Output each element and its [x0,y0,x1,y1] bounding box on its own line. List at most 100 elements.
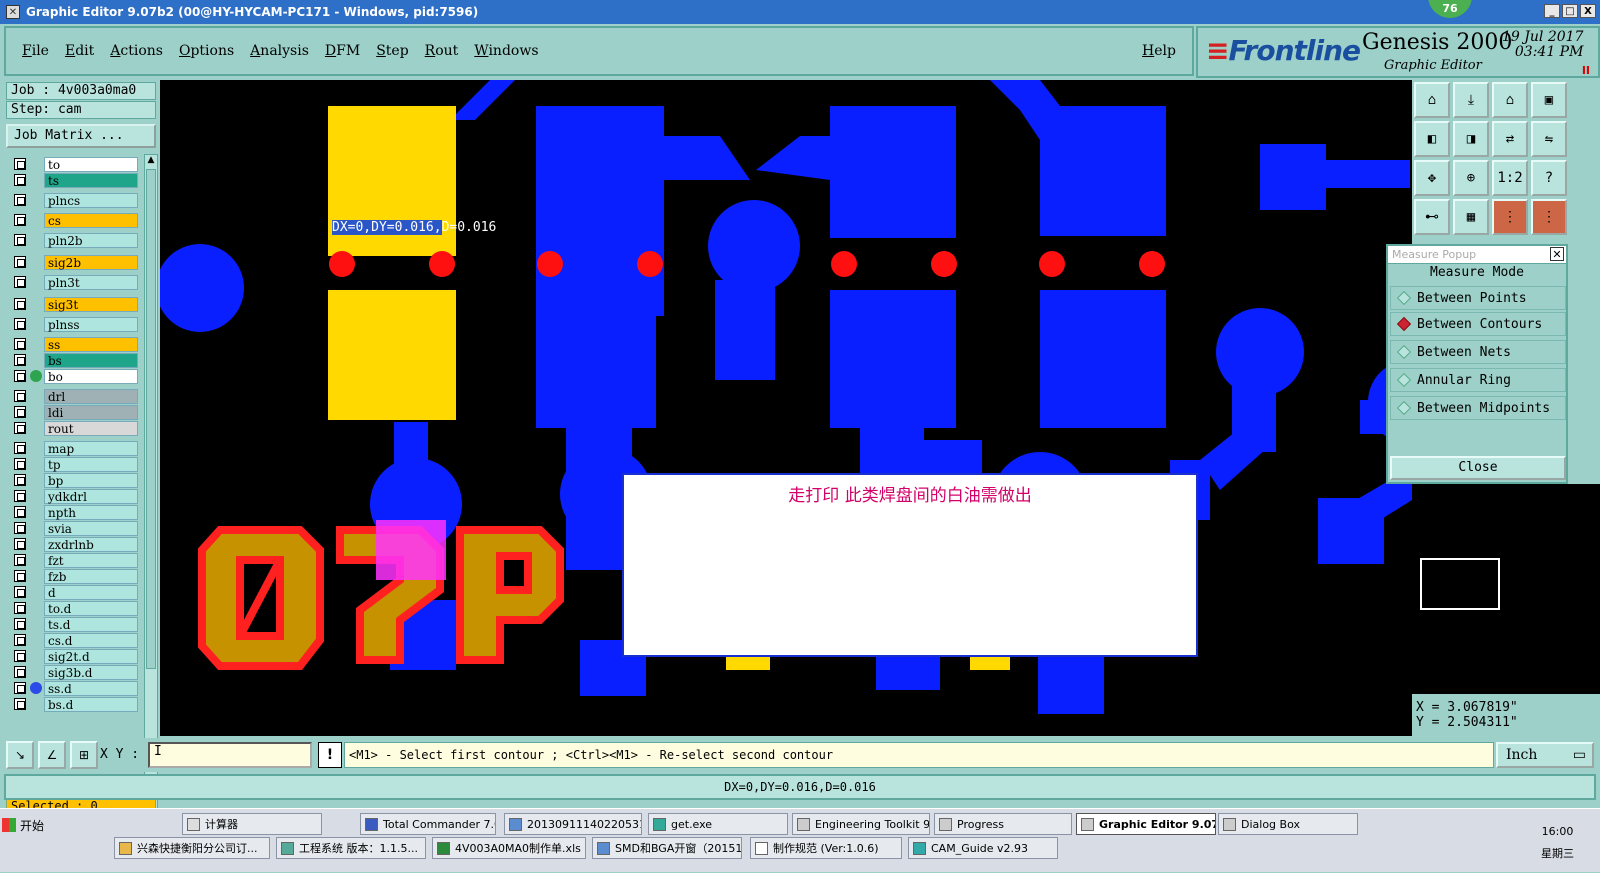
layer-row[interactable]: cs [8,212,138,228]
layer-row[interactable]: d [8,584,138,600]
layer-checkbox[interactable] [14,276,26,288]
zoom-home-icon[interactable]: ⌂ [1414,82,1450,118]
layer-name[interactable]: ts.d [44,616,138,632]
menu-step[interactable]: Step [376,43,408,59]
fit-selected-icon[interactable]: ⊕ [1453,160,1489,196]
layer-name[interactable]: bs.d [44,696,138,712]
menu-file[interactable]: File [22,43,49,59]
layer-row[interactable]: fzb [8,568,138,584]
snap-mode-icon[interactable]: ↘ [6,741,34,769]
task-progress[interactable]: Progress [934,813,1072,835]
window-zoom-icon[interactable]: ▣ [1531,82,1567,118]
menu-windows[interactable]: Windows [474,43,538,59]
layer-checkbox[interactable] [14,406,26,418]
angle-mode-icon[interactable]: ∠ [38,741,66,769]
layer-name[interactable]: map [44,440,138,456]
layer-name[interactable]: ldi [44,404,138,420]
layer-name[interactable]: plnss [44,316,138,332]
zoom-down-icon[interactable]: ⤓ [1453,82,1489,118]
layer-checkbox[interactable] [14,354,26,366]
minimize-button[interactable]: _ [1544,4,1560,18]
layer-checkbox[interactable] [14,318,26,330]
layer-name[interactable]: drl [44,388,138,404]
layer-row[interactable]: cs.d [8,632,138,648]
menu-rout[interactable]: Rout [425,43,459,59]
layer-name[interactable]: ts [44,172,138,188]
task-image-file[interactable]: 20130911140220531... [504,813,642,835]
layer-name[interactable]: bp [44,472,138,488]
task-spec-doc[interactable]: 制作规范 (Ver:1.0.6) [750,837,902,859]
layer-row[interactable]: ss.d [8,680,138,696]
layer-checkbox[interactable] [14,474,26,486]
task-engineering-system[interactable]: 工程系统 版本：1.1.5... [276,837,426,859]
task-excel-sheet[interactable]: 4V003A0MA0制作单.xls ... [432,837,586,859]
measure-close-button[interactable]: Close [1390,456,1566,480]
layer-name[interactable]: zxdrlnb [44,536,138,552]
layer-checkbox[interactable] [14,538,26,550]
layer-row[interactable]: fzt [8,552,138,568]
help-icon[interactable]: ? [1531,160,1567,196]
option-between-nets[interactable]: Between Nets [1390,340,1566,364]
layer-checkbox[interactable] [14,298,26,310]
layer-checkbox[interactable] [14,256,26,268]
layer-name[interactable]: fzb [44,568,138,584]
layer-row[interactable]: ts.d [8,616,138,632]
menu-actions[interactable]: Actions [110,43,163,59]
layer-row[interactable]: ts [8,172,138,188]
layer-checkbox[interactable] [14,194,26,206]
info-button[interactable]: ! [318,742,342,768]
layer-name[interactable]: ydkdrl [44,488,138,504]
layer-checkbox[interactable] [14,390,26,402]
scroll-thumb[interactable] [146,169,156,669]
layer-checkbox[interactable] [14,666,26,678]
zoom-1-2-icon[interactable]: 1:2 [1492,160,1528,196]
option-annular-ring[interactable]: Annular Ring [1390,368,1566,392]
net-trace-icon[interactable]: ⋮ [1531,199,1567,235]
layer-checkbox[interactable] [14,522,26,534]
grid-icon[interactable]: ▦ [1453,199,1489,235]
layer-row[interactable]: rout [8,420,138,436]
overview-map[interactable] [1412,484,1600,694]
layer-row[interactable]: plncs [8,192,138,208]
layer-row[interactable]: to.d [8,600,138,616]
layer-name[interactable]: ss [44,336,138,352]
task-calculator[interactable]: 计算器 [182,813,322,835]
layer-checkbox[interactable] [14,650,26,662]
menu-help[interactable]: Help [1142,43,1176,59]
layer-checkbox[interactable] [14,698,26,710]
menu-analysis[interactable]: Analysis [250,43,309,59]
pause-icon[interactable]: II [1582,64,1590,77]
layer-checkbox[interactable] [14,570,26,582]
scroll-up-icon[interactable]: ▲ [145,155,157,167]
layer-checkbox[interactable] [14,490,26,502]
task-cam-guide[interactable]: CAM_Guide v2.93 [908,837,1058,859]
view-frame[interactable] [1420,558,1500,610]
option-between-contours[interactable]: Between Contours [1390,312,1566,336]
layer-row[interactable]: map [8,440,138,456]
layer-name[interactable]: to.d [44,600,138,616]
layer-name[interactable]: bo [44,368,138,384]
layer-checkbox[interactable] [14,174,26,186]
popup-close-icon[interactable]: ✕ [1550,247,1564,261]
menu-edit[interactable]: Edit [65,43,94,59]
layer-row[interactable]: npth [8,504,138,520]
job-matrix-button[interactable]: Job Matrix ... [6,124,156,148]
layer-checkbox[interactable] [14,554,26,566]
net-highlight-icon[interactable]: ⋮ [1492,199,1528,235]
snap-icon[interactable]: ⊷ [1414,199,1450,235]
layer-row[interactable]: bs [8,352,138,368]
mirror-icon[interactable]: ⇄ [1492,121,1528,157]
layer-row[interactable]: bs.d [8,696,138,712]
pan-left-icon[interactable]: ◧ [1414,121,1450,157]
layer-row[interactable]: ldi [8,404,138,420]
layer-checkbox[interactable] [14,158,26,170]
layer-row[interactable]: sig2b [8,254,138,270]
layer-row[interactable]: ydkdrl [8,488,138,504]
flip-icon[interactable]: ⇋ [1531,121,1567,157]
grid-mode-icon[interactable]: ⊞ [70,741,98,769]
layer-checkbox[interactable] [14,682,26,694]
fit-all-icon[interactable]: ✥ [1414,160,1450,196]
layer-checkbox[interactable] [14,458,26,470]
layer-name[interactable]: svia [44,520,138,536]
layer-name[interactable]: cs.d [44,632,138,648]
